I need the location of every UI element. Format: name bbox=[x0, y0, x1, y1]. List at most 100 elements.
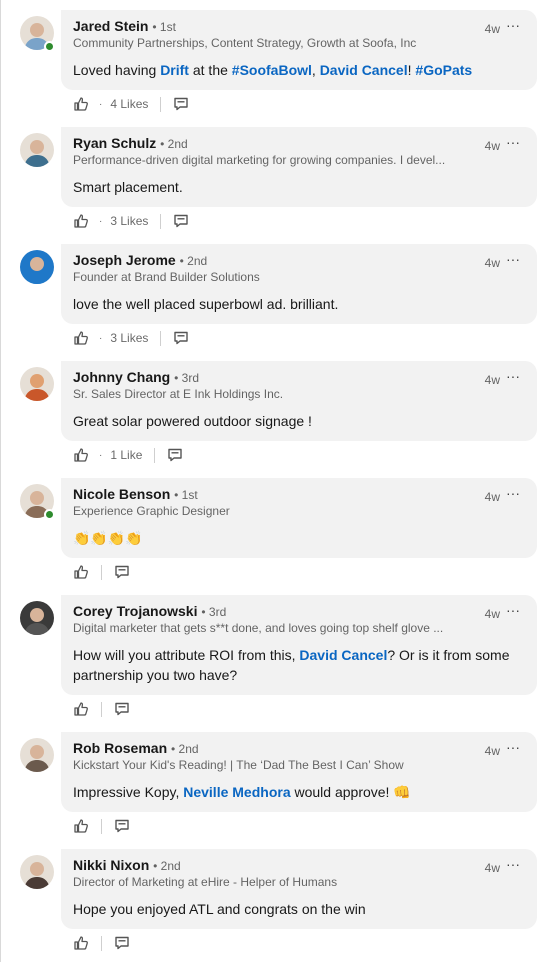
author-name[interactable]: Nicole Benson bbox=[73, 486, 170, 502]
author-headline: Sr. Sales Director at E Ink Holdings Inc… bbox=[73, 387, 284, 401]
avatar[interactable] bbox=[20, 367, 54, 401]
author-line: Nikki Nixon • 2nd bbox=[73, 857, 181, 873]
author-name[interactable]: Ryan Schulz bbox=[73, 135, 156, 151]
comment-text: How will you attribute ROI from this, Da… bbox=[73, 645, 523, 685]
mention-link[interactable]: David Cancel bbox=[299, 647, 387, 663]
thumbs-up-icon[interactable] bbox=[73, 935, 89, 951]
comment-text: love the well placed superbowl ad. brill… bbox=[73, 294, 523, 314]
left-border bbox=[0, 0, 1, 962]
reply-icon[interactable] bbox=[114, 564, 130, 580]
author-name[interactable]: Rob Roseman bbox=[73, 740, 167, 756]
author-line: Joseph Jerome • 2nd bbox=[73, 252, 207, 268]
thumbs-up-icon[interactable] bbox=[73, 818, 89, 834]
thumbs-up-icon[interactable] bbox=[73, 447, 89, 463]
likes-count[interactable]: 4 Likes bbox=[110, 97, 148, 111]
comment-text-segment: Smart placement. bbox=[73, 179, 183, 195]
thumbs-up-icon[interactable] bbox=[73, 564, 89, 580]
action-divider bbox=[101, 818, 102, 834]
mention-link[interactable]: David Cancel bbox=[320, 62, 408, 78]
comment-actions: · 1 Like bbox=[73, 446, 183, 464]
comment-timestamp: 4w bbox=[484, 861, 500, 875]
comment-text-segment: Hope you enjoyed ATL and congrats on the… bbox=[73, 901, 366, 917]
reply-icon[interactable] bbox=[173, 330, 189, 346]
author-headline: Digital marketer that gets s**t done, an… bbox=[73, 621, 444, 635]
reply-icon[interactable] bbox=[114, 935, 130, 951]
avatar[interactable] bbox=[20, 133, 54, 167]
reply-icon[interactable] bbox=[114, 701, 130, 717]
mention-link[interactable]: Neville Medhora bbox=[183, 784, 290, 800]
mention-link[interactable]: #SoofaBowl bbox=[232, 62, 312, 78]
comment-bubble: Nikki Nixon • 2nd Director of Marketing a… bbox=[61, 849, 537, 929]
author-name[interactable]: Joseph Jerome bbox=[73, 252, 176, 268]
comment-text: 👏👏👏👏 bbox=[73, 528, 523, 548]
author-name[interactable]: Johnny Chang bbox=[73, 369, 170, 385]
avatar[interactable] bbox=[20, 738, 54, 772]
thumbs-up-icon[interactable] bbox=[73, 213, 89, 229]
comment-bubble: Joseph Jerome • 2nd Founder at Brand Buil… bbox=[61, 244, 537, 324]
more-options-icon[interactable]: ··· bbox=[506, 251, 520, 267]
comment-timestamp: 4w bbox=[484, 490, 500, 504]
comment-text-segment: How will you attribute ROI from this, bbox=[73, 647, 300, 663]
online-status-icon bbox=[44, 509, 55, 520]
more-options-icon[interactable]: ··· bbox=[506, 602, 520, 618]
reply-icon[interactable] bbox=[167, 447, 183, 463]
action-divider bbox=[160, 330, 162, 346]
comment-timestamp: 4w bbox=[484, 139, 500, 153]
mention-link[interactable]: Drift bbox=[160, 62, 189, 78]
thumbs-up-icon[interactable] bbox=[73, 330, 89, 346]
action-divider bbox=[160, 96, 162, 112]
author-headline: Director of Marketing at eHire - Helper … bbox=[73, 875, 338, 889]
author-line: Jared Stein • 1st bbox=[73, 18, 176, 34]
comment-text: Loved having Drift at the #SoofaBowl, Da… bbox=[73, 60, 523, 80]
connection-degree: • 2nd bbox=[160, 137, 188, 151]
reply-icon[interactable] bbox=[114, 818, 130, 834]
more-options-icon[interactable]: ··· bbox=[506, 17, 520, 33]
comment-actions: · 4 Likes bbox=[73, 95, 189, 113]
action-divider bbox=[101, 935, 102, 951]
comment-text-segment: at the bbox=[188, 62, 232, 78]
thumbs-up-icon[interactable] bbox=[73, 701, 89, 717]
avatar[interactable] bbox=[20, 250, 54, 284]
action-divider bbox=[101, 564, 102, 580]
comment-bubble: Ryan Schulz • 2nd Performance-driven digi… bbox=[61, 127, 537, 207]
thumbs-up-icon[interactable] bbox=[73, 96, 89, 112]
author-name[interactable]: Jared Stein bbox=[73, 18, 148, 34]
comment-bubble: Johnny Chang • 3rd Sr. Sales Director at … bbox=[61, 361, 537, 441]
connection-degree: • 1st bbox=[152, 20, 176, 34]
more-options-icon[interactable]: ··· bbox=[506, 856, 520, 872]
comment-bubble: Nicole Benson • 1st Experience Graphic De… bbox=[61, 478, 537, 558]
reply-icon[interactable] bbox=[173, 213, 189, 229]
comment-timestamp: 4w bbox=[484, 607, 500, 621]
likes-count[interactable]: 3 Likes bbox=[110, 331, 148, 345]
author-headline: Founder at Brand Builder Solutions bbox=[73, 270, 260, 284]
reply-icon[interactable] bbox=[173, 96, 189, 112]
connection-degree: • 2nd bbox=[179, 254, 208, 268]
comment-timestamp: 4w bbox=[484, 22, 500, 36]
author-name[interactable]: Nikki Nixon bbox=[73, 857, 149, 873]
more-options-icon[interactable]: ··· bbox=[506, 739, 520, 755]
author-name[interactable]: Corey Trojanowski bbox=[73, 603, 197, 619]
comment-text-segment: love the well placed superbowl ad. brill… bbox=[73, 296, 339, 312]
connection-degree: • 2nd bbox=[153, 859, 181, 873]
comment-actions: · 3 Likes bbox=[73, 329, 189, 347]
comment-timestamp: 4w bbox=[484, 256, 500, 270]
more-options-icon[interactable]: ··· bbox=[506, 134, 520, 150]
comment-bubble: Rob Roseman • 2nd Kickstart Your Kid's Re… bbox=[61, 732, 537, 812]
avatar[interactable] bbox=[20, 601, 54, 635]
separator-dot: · bbox=[99, 332, 103, 344]
comment-text-segment: would approve! 👊 bbox=[290, 784, 411, 800]
author-line: Ryan Schulz • 2nd bbox=[73, 135, 188, 151]
avatar[interactable] bbox=[20, 855, 54, 889]
comment-text-segment: Great solar powered outdoor signage ! bbox=[73, 413, 312, 429]
more-options-icon[interactable]: ··· bbox=[506, 368, 520, 384]
likes-count[interactable]: 1 Like bbox=[110, 448, 142, 462]
more-options-icon[interactable]: ··· bbox=[506, 485, 520, 501]
author-headline: Community Partnerships, Content Strategy… bbox=[73, 36, 417, 50]
author-headline: Performance-driven digital marketing for… bbox=[73, 153, 446, 167]
mention-link[interactable]: #GoPats bbox=[415, 62, 472, 78]
likes-count[interactable]: 3 Likes bbox=[110, 214, 148, 228]
comment-text: Smart placement. bbox=[73, 177, 523, 197]
comment-text-segment: Loved having bbox=[73, 62, 161, 78]
comment-actions: · 3 Likes bbox=[73, 212, 189, 230]
comment-timestamp: 4w bbox=[484, 373, 500, 387]
